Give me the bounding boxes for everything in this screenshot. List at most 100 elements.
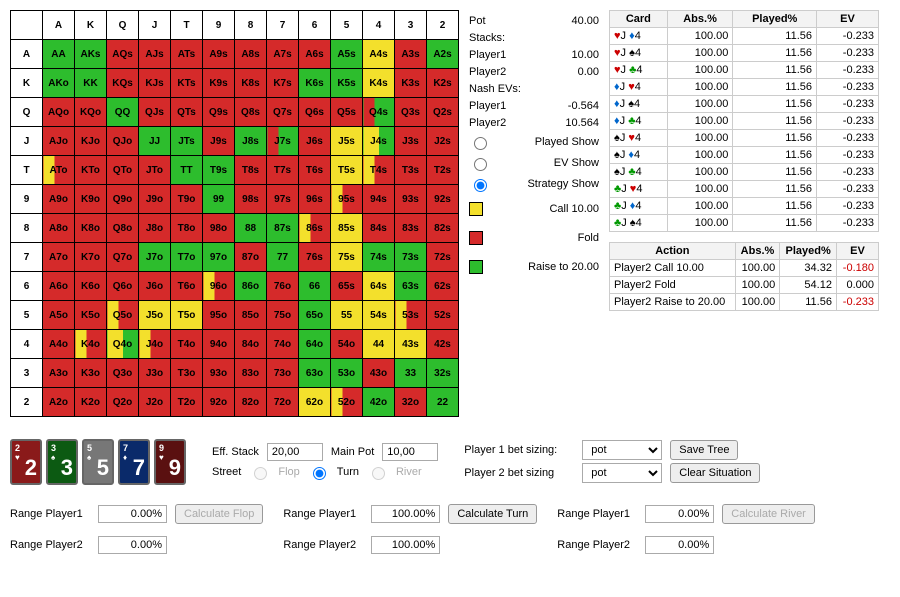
matrix-cell[interactable]: TT — [171, 156, 203, 185]
matrix-cell[interactable]: K6o — [75, 272, 107, 301]
matrix-cell[interactable]: 77 — [267, 243, 299, 272]
matrix-cell[interactable]: Q7o — [107, 243, 139, 272]
matrix-cell[interactable]: 92o — [203, 388, 235, 417]
matrix-cell[interactable]: 94s — [363, 185, 395, 214]
matrix-cell[interactable]: T4s — [363, 156, 395, 185]
matrix-cell[interactable]: K5o — [75, 301, 107, 330]
save-tree-button[interactable]: Save Tree — [670, 440, 738, 460]
matrix-cell[interactable]: 88 — [235, 214, 267, 243]
matrix-cell[interactable]: KJo — [75, 127, 107, 156]
matrix-cell[interactable]: 64o — [299, 330, 331, 359]
matrix-cell[interactable]: 75o — [267, 301, 299, 330]
matrix-cell[interactable]: JTo — [139, 156, 171, 185]
matrix-cell[interactable]: QTo — [107, 156, 139, 185]
turn-p1-range[interactable] — [371, 505, 440, 523]
matrix-cell[interactable]: A3o — [43, 359, 75, 388]
matrix-cell[interactable]: Q6s — [299, 98, 331, 127]
matrix-cell[interactable]: 98s — [235, 185, 267, 214]
matrix-cell[interactable]: KK — [75, 69, 107, 98]
matrix-cell[interactable]: A6s — [299, 40, 331, 69]
matrix-cell[interactable]: K7o — [75, 243, 107, 272]
matrix-cell[interactable]: 84s — [363, 214, 395, 243]
p1-bet-select[interactable]: pot — [582, 440, 662, 460]
river-p1-range[interactable] — [645, 505, 714, 523]
matrix-cell[interactable]: Q4o — [107, 330, 139, 359]
matrix-cell[interactable]: A4s — [363, 40, 395, 69]
board-card[interactable]: 5♠5 — [82, 439, 114, 485]
matrix-cell[interactable]: J9s — [203, 127, 235, 156]
card-row[interactable]: ♠J ♥4100.0011.56-0.233 — [610, 130, 879, 147]
matrix-cell[interactable]: 44 — [363, 330, 395, 359]
matrix-cell[interactable]: 62o — [299, 388, 331, 417]
matrix-cell[interactable]: J7o — [139, 243, 171, 272]
matrix-cell[interactable]: KQs — [107, 69, 139, 98]
matrix-cell[interactable]: 42o — [363, 388, 395, 417]
matrix-cell[interactable]: 43o — [363, 359, 395, 388]
matrix-cell[interactable]: 54o — [331, 330, 363, 359]
matrix-cell[interactable]: J2s — [427, 127, 459, 156]
matrix-cell[interactable]: 66 — [299, 272, 331, 301]
card-row[interactable]: ♦J ♣4100.0011.56-0.233 — [610, 113, 879, 130]
matrix-cell[interactable]: 96s — [299, 185, 331, 214]
matrix-cell[interactable]: 82o — [235, 388, 267, 417]
matrix-cell[interactable]: J5s — [331, 127, 363, 156]
matrix-cell[interactable]: J3s — [395, 127, 427, 156]
hand-matrix[interactable]: AKQJT98765432AAAAKsAQsAJsATsA9sA8sA7sA6s… — [10, 10, 459, 417]
card-row[interactable]: ♦J ♠4100.0011.56-0.233 — [610, 96, 879, 113]
matrix-cell[interactable]: 63o — [299, 359, 331, 388]
matrix-cell[interactable]: 43s — [395, 330, 427, 359]
matrix-cell[interactable]: 95s — [331, 185, 363, 214]
radio-strategy[interactable] — [474, 179, 487, 192]
matrix-cell[interactable]: 65o — [299, 301, 331, 330]
matrix-cell[interactable]: 83o — [235, 359, 267, 388]
clear-situation-button[interactable]: Clear Situation — [670, 463, 760, 483]
matrix-cell[interactable]: T8o — [171, 214, 203, 243]
matrix-cell[interactable]: AKs — [75, 40, 107, 69]
action-row[interactable]: Player2 Fold100.0054.120.000 — [610, 277, 879, 294]
matrix-cell[interactable]: 65s — [331, 272, 363, 301]
matrix-cell[interactable]: Q2s — [427, 98, 459, 127]
matrix-cell[interactable]: QQ — [107, 98, 139, 127]
matrix-cell[interactable]: 53s — [395, 301, 427, 330]
matrix-cell[interactable]: J4o — [139, 330, 171, 359]
matrix-cell[interactable]: A7o — [43, 243, 75, 272]
matrix-cell[interactable]: J3o — [139, 359, 171, 388]
matrix-cell[interactable]: AKo — [43, 69, 75, 98]
card-row[interactable]: ♠J ♣4100.0011.56-0.233 — [610, 164, 879, 181]
matrix-cell[interactable]: A5s — [331, 40, 363, 69]
matrix-cell[interactable]: ATs — [171, 40, 203, 69]
matrix-cell[interactable]: 93o — [203, 359, 235, 388]
matrix-cell[interactable]: 85s — [331, 214, 363, 243]
matrix-cell[interactable]: Q8s — [235, 98, 267, 127]
matrix-cell[interactable]: 63s — [395, 272, 427, 301]
matrix-cell[interactable]: 92s — [427, 185, 459, 214]
matrix-cell[interactable]: J7s — [267, 127, 299, 156]
p2-bet-select[interactable]: pot — [582, 463, 662, 483]
matrix-cell[interactable]: QJo — [107, 127, 139, 156]
card-row[interactable]: ♣J ♠4100.0011.56-0.233 — [610, 215, 879, 232]
matrix-cell[interactable]: T7o — [171, 243, 203, 272]
matrix-cell[interactable]: K8s — [235, 69, 267, 98]
matrix-cell[interactable]: 74o — [267, 330, 299, 359]
board-card[interactable]: 7♦7 — [118, 439, 150, 485]
matrix-cell[interactable]: J9o — [139, 185, 171, 214]
matrix-cell[interactable]: 42s — [427, 330, 459, 359]
matrix-cell[interactable]: 72o — [267, 388, 299, 417]
matrix-cell[interactable]: Q5s — [331, 98, 363, 127]
matrix-cell[interactable]: T9o — [171, 185, 203, 214]
matrix-cell[interactable]: 32o — [395, 388, 427, 417]
matrix-cell[interactable]: A5o — [43, 301, 75, 330]
matrix-cell[interactable]: T6s — [299, 156, 331, 185]
matrix-cell[interactable]: KQo — [75, 98, 107, 127]
matrix-cell[interactable]: K4s — [363, 69, 395, 98]
matrix-cell[interactable]: QJs — [139, 98, 171, 127]
matrix-cell[interactable]: Q4s — [363, 98, 395, 127]
matrix-cell[interactable]: Q3o — [107, 359, 139, 388]
matrix-cell[interactable]: J6o — [139, 272, 171, 301]
matrix-cell[interactable]: A6o — [43, 272, 75, 301]
matrix-cell[interactable]: 73o — [267, 359, 299, 388]
matrix-cell[interactable]: 99 — [203, 185, 235, 214]
matrix-cell[interactable]: 87s — [267, 214, 299, 243]
matrix-cell[interactable]: J4s — [363, 127, 395, 156]
card-row[interactable]: ♥J ♣4100.0011.56-0.233 — [610, 62, 879, 79]
